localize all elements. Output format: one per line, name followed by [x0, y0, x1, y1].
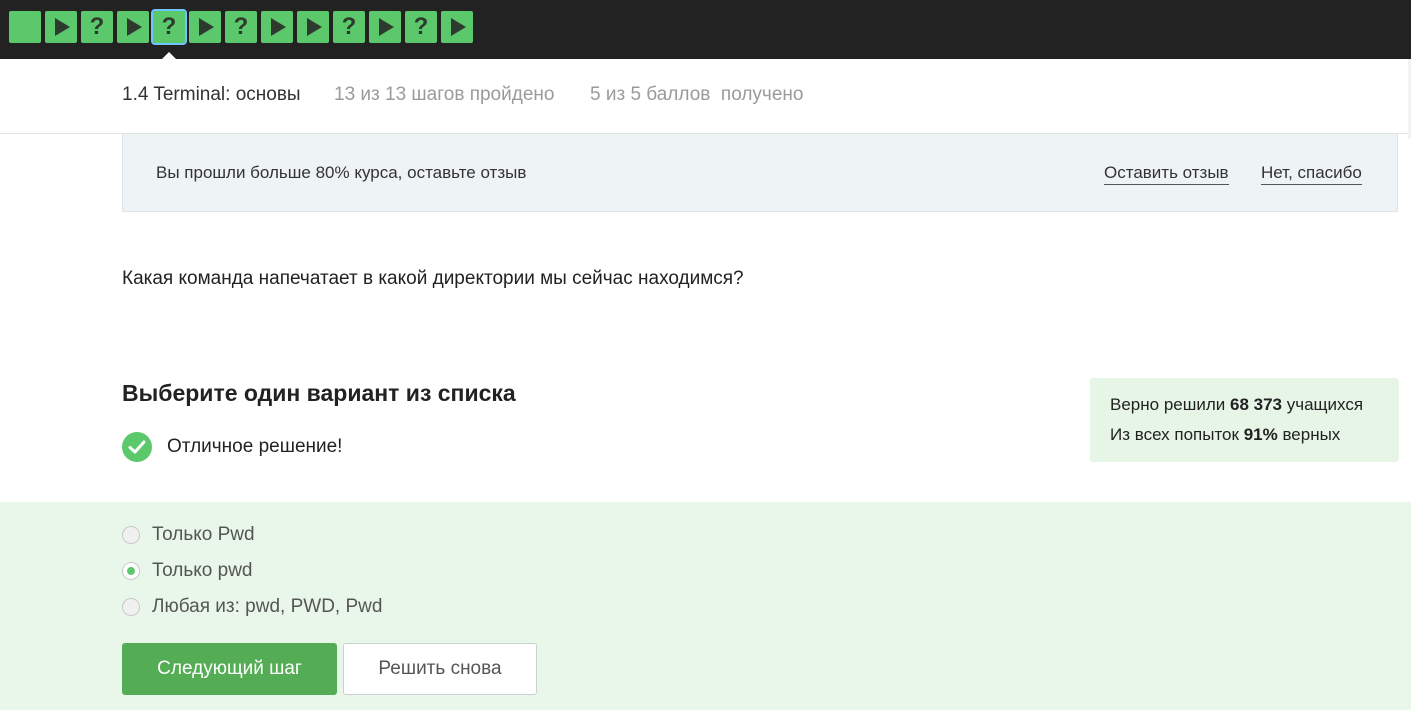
solved-count: 68 373	[1230, 395, 1282, 414]
play-icon	[55, 18, 70, 36]
option-3[interactable]: Любая из: pwd, PWD, Pwd	[122, 596, 382, 618]
lesson-header: 1.4 Terminal: основы 13 из 13 шагов прой…	[0, 59, 1411, 134]
radio-button-checked[interactable]	[122, 562, 140, 580]
leave-review-link[interactable]: Оставить отзыв	[1104, 163, 1229, 185]
play-icon	[199, 18, 214, 36]
next-step-button[interactable]: Следующий шаг	[122, 643, 337, 695]
step-5-quiz-current[interactable]: ?	[151, 9, 187, 60]
result-text: Отличное решение!	[167, 436, 343, 457]
step-11-video[interactable]	[369, 11, 401, 43]
attempts-percent: 91%	[1243, 425, 1278, 444]
question-icon: ?	[413, 13, 429, 40]
step-list: ? ? ? ? ?	[9, 9, 477, 60]
step-8-video[interactable]	[261, 11, 293, 43]
option-1[interactable]: Только Pwd	[122, 524, 255, 546]
radio-dot	[127, 567, 135, 575]
option-label: Любая из: pwd, PWD, Pwd	[152, 596, 383, 617]
step-12-quiz[interactable]: ?	[405, 11, 437, 43]
lesson-title[interactable]: 1.4 Terminal: основы	[122, 84, 301, 106]
result-message: Отличное решение!	[122, 432, 342, 462]
step-6-video[interactable]	[189, 11, 221, 43]
choose-title: Выберите один вариант из списка	[122, 380, 516, 406]
play-icon	[379, 18, 394, 36]
feedback-banner-text: Вы прошли больше 80% курса, оставьте отз…	[156, 163, 527, 182]
option-2-selected[interactable]: Только pwd	[122, 560, 252, 582]
lesson-progress: 13 из 13 шагов пройдено	[334, 84, 555, 105]
question-icon: ?	[341, 13, 357, 40]
stats-solved: Верно решили 68 373 учащихся	[1110, 395, 1364, 414]
solve-again-button[interactable]: Решить снова	[343, 643, 537, 695]
feedback-banner: Вы прошли больше 80% курса, оставьте отз…	[122, 134, 1398, 212]
step-1-text[interactable]	[9, 11, 41, 43]
step-7-quiz[interactable]: ?	[225, 11, 257, 43]
play-icon	[271, 18, 286, 36]
stats-attempts: Из всех попыток 91% верных	[1110, 425, 1341, 444]
radio-button[interactable]	[122, 598, 140, 616]
step-10-quiz[interactable]: ?	[333, 11, 365, 43]
step-13-video[interactable]	[441, 11, 473, 43]
step-4-video[interactable]	[117, 11, 149, 43]
step-2-video[interactable]	[45, 11, 77, 43]
option-label: Только pwd	[152, 560, 253, 581]
step-navigation-bar: ? ? ? ? ?	[0, 0, 1411, 60]
step-3-quiz[interactable]: ?	[81, 11, 113, 43]
check-circle-icon	[122, 432, 152, 462]
lesson-score: 5 из 5 баллов получено	[590, 84, 804, 105]
play-icon	[451, 18, 466, 36]
play-icon	[127, 18, 142, 36]
no-thanks-link[interactable]: Нет, спасибо	[1261, 163, 1362, 185]
question-icon: ?	[233, 13, 249, 40]
play-icon	[307, 18, 322, 36]
stats-box: Верно решили 68 373 учащихся Из всех поп…	[1090, 378, 1399, 462]
step-9-video[interactable]	[297, 11, 329, 43]
question-icon: ?	[89, 13, 105, 40]
question-icon: ?	[161, 13, 177, 40]
question-text: Какая команда напечатает в какой директо…	[122, 268, 744, 289]
option-label: Только Pwd	[152, 524, 255, 545]
radio-button[interactable]	[122, 526, 140, 544]
